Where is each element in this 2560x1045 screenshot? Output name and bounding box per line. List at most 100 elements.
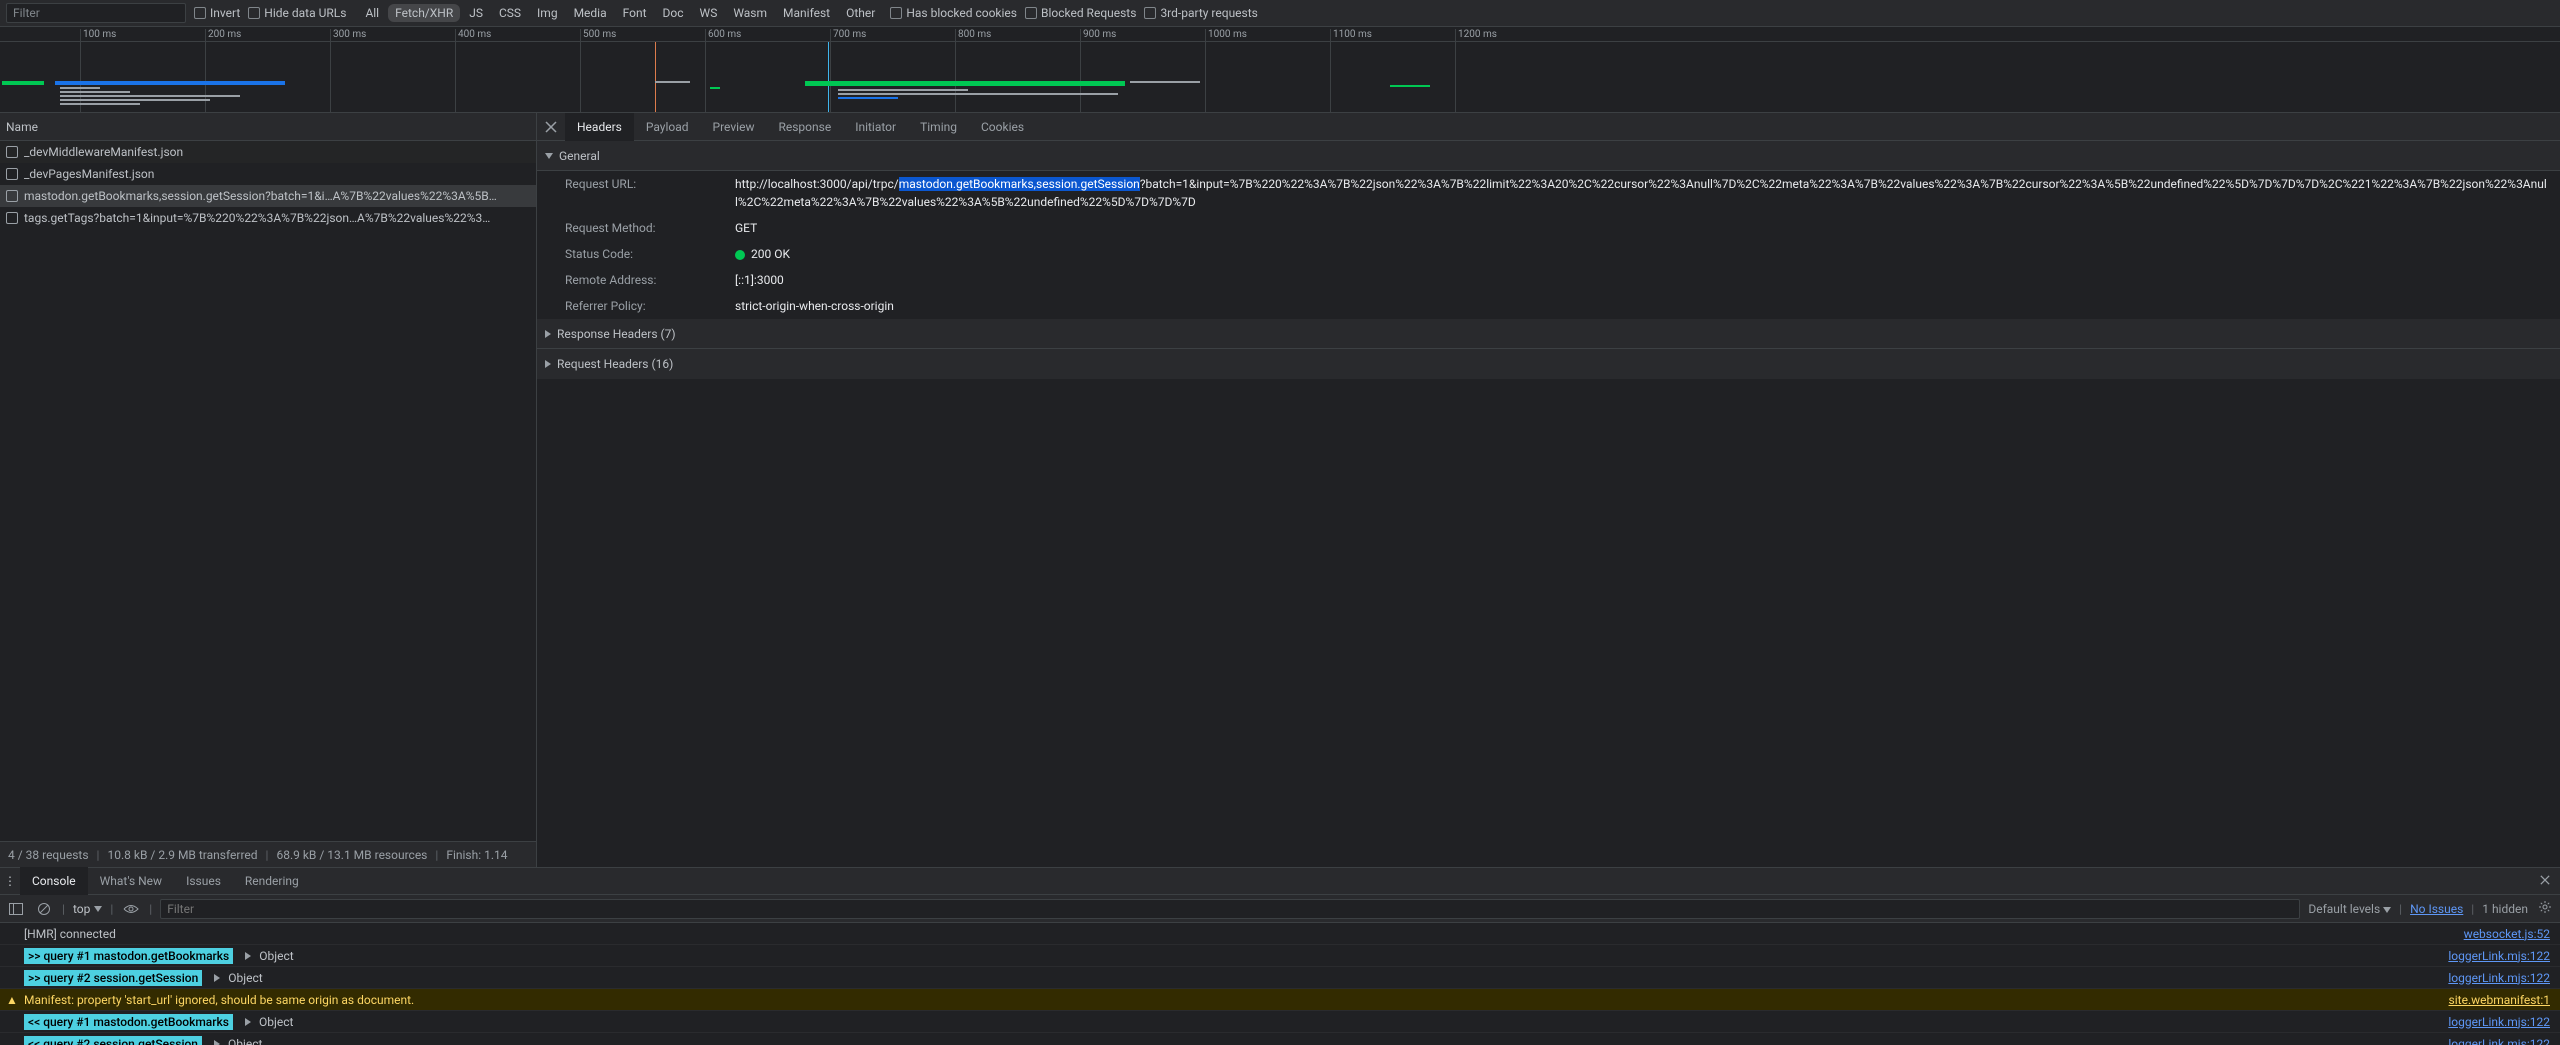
close-icon [2540, 875, 2550, 885]
console-settings-button[interactable] [2536, 898, 2554, 919]
tab-payload[interactable]: Payload [634, 113, 701, 141]
console-row[interactable]: << query #1 mastodon.getBookmarks Object… [0, 1011, 2560, 1033]
timeline-bar [838, 89, 968, 91]
ruler-tick: 400 ms [455, 29, 491, 113]
third-party-checkbox[interactable]: 3rd-party requests [1144, 6, 1257, 20]
network-timeline[interactable]: 100 ms 200 ms 300 ms 400 ms 500 ms 600 m… [0, 27, 2560, 113]
console-row[interactable]: [HMR] connected websocket.js:52 [0, 923, 2560, 945]
context-selector[interactable]: top [73, 902, 102, 916]
blocked-requests-checkbox[interactable]: Blocked Requests [1025, 6, 1136, 20]
third-party-label: 3rd-party requests [1160, 6, 1257, 20]
request-url-value[interactable]: http://localhost:3000/api/trpc/mastodon.… [735, 175, 2550, 211]
drawer-tab-issues[interactable]: Issues [174, 867, 233, 895]
drawer-close-button[interactable] [2536, 870, 2554, 892]
console-message: Manifest: property 'start_url' ignored, … [24, 993, 414, 1007]
timeline-bar [805, 81, 1125, 86]
console-row[interactable]: >> query #1 mastodon.getBookmarks Object… [0, 945, 2560, 967]
remote-address-row: Remote Address: [::1]:3000 [537, 267, 2560, 293]
console-object[interactable]: Object [228, 1037, 262, 1045]
tab-headers[interactable]: Headers [565, 113, 634, 141]
console-source-link[interactable]: websocket.js:52 [2464, 927, 2550, 941]
console-source-link[interactable]: site.webmanifest:1 [2449, 993, 2550, 1007]
request-row[interactable]: tags.getTags?batch=1&input=%7B%220%22%3A… [0, 207, 536, 229]
tab-initiator[interactable]: Initiator [843, 113, 908, 141]
type-filter-img[interactable]: Img [530, 4, 565, 22]
referrer-policy-label: Referrer Policy: [565, 297, 735, 315]
type-filter-font[interactable]: Font [616, 4, 654, 22]
console-source-link[interactable]: loggerLink.mjs:122 [2448, 949, 2550, 963]
type-filter-manifest[interactable]: Manifest [776, 4, 837, 22]
clear-console-button[interactable] [34, 899, 54, 919]
timeline-bar [2, 81, 44, 85]
log-levels-selector[interactable]: Default levels [2308, 902, 2391, 916]
console-row-warning[interactable]: ▲ Manifest: property 'start_url' ignored… [0, 989, 2560, 1011]
request-headers-section[interactable]: Request Headers (16) [537, 349, 2560, 379]
close-details-button[interactable] [537, 113, 565, 141]
drawer-menu-button[interactable]: ⋮ [0, 874, 20, 888]
drawer-tab-whatsnew[interactable]: What's New [88, 867, 174, 895]
no-issues-link[interactable]: No Issues [2410, 902, 2463, 916]
footer-transferred: 10.8 kB / 2.9 MB transferred [107, 848, 257, 862]
type-filter-other[interactable]: Other [839, 4, 882, 22]
invert-label: Invert [210, 6, 240, 20]
console-object[interactable]: Object [228, 971, 262, 985]
timeline-bar [655, 81, 690, 83]
footer-finish: Finish: 1.14 [446, 848, 507, 862]
console-row[interactable]: >> query #2 session.getSession Object lo… [0, 967, 2560, 989]
type-filter-wasm[interactable]: Wasm [726, 4, 774, 22]
type-filter-group: All Fetch/XHR JS CSS Img Media Font Doc … [358, 4, 882, 22]
ruler-tick: 600 ms [705, 29, 741, 113]
timeline-bar [60, 99, 210, 101]
chevron-right-icon[interactable] [214, 1040, 220, 1045]
console-source-link[interactable]: loggerLink.mjs:122 [2448, 1037, 2550, 1045]
console-row[interactable]: << query #2 session.getSession Object lo… [0, 1033, 2560, 1045]
chevron-right-icon[interactable] [245, 952, 251, 960]
tab-timing[interactable]: Timing [908, 113, 969, 141]
tab-cookies[interactable]: Cookies [969, 113, 1036, 141]
chevron-down-icon [94, 906, 102, 912]
console-sidebar-toggle[interactable] [6, 899, 26, 919]
request-row[interactable]: _devPagesManifest.json [0, 163, 536, 185]
timeline-bar [60, 103, 140, 105]
console-object[interactable]: Object [259, 949, 293, 963]
footer-count: 4 / 38 requests [8, 848, 89, 862]
console-filter-input[interactable] [160, 899, 2300, 919]
type-filter-css[interactable]: CSS [492, 4, 528, 22]
type-filter-media[interactable]: Media [567, 4, 614, 22]
type-filter-doc[interactable]: Doc [656, 4, 691, 22]
detail-body: General Request URL: http://localhost:30… [537, 141, 2560, 867]
ruler-tick: 1200 ms [1455, 29, 1497, 113]
console-source-link[interactable]: loggerLink.mjs:122 [2448, 1015, 2550, 1029]
type-filter-all[interactable]: All [358, 4, 386, 22]
filter-input[interactable] [6, 3, 186, 23]
drawer-tabs: ⋮ Console What's New Issues Rendering [0, 868, 2560, 895]
timeline-bar [55, 81, 285, 85]
ruler-tick: 1000 ms [1205, 29, 1247, 113]
timeline-bar [838, 93, 1118, 95]
chevron-right-icon[interactable] [214, 974, 220, 982]
request-row[interactable]: mastodon.getBookmarks,session.getSession… [0, 185, 536, 207]
console-message: [HMR] connected [24, 927, 116, 941]
invert-checkbox[interactable]: Invert [194, 6, 240, 20]
drawer-tab-rendering[interactable]: Rendering [233, 867, 311, 895]
type-filter-ws[interactable]: WS [693, 4, 725, 22]
console-object[interactable]: Object [259, 1015, 293, 1029]
type-filter-fetch-xhr[interactable]: Fetch/XHR [388, 4, 460, 22]
response-headers-section[interactable]: Response Headers (7) [537, 319, 2560, 349]
chevron-right-icon[interactable] [245, 1018, 251, 1026]
tab-preview[interactable]: Preview [701, 113, 767, 141]
general-title: General [559, 149, 600, 163]
type-filter-js[interactable]: JS [462, 4, 490, 22]
timeline-bar [60, 95, 240, 97]
request-list-header[interactable]: Name [0, 113, 536, 141]
blocked-cookies-checkbox[interactable]: Has blocked cookies [890, 6, 1017, 20]
request-row[interactable]: _devMiddlewareManifest.json [0, 141, 536, 163]
hide-data-urls-checkbox[interactable]: Hide data URLs [248, 6, 346, 20]
tab-response[interactable]: Response [766, 113, 843, 141]
eye-icon [123, 904, 139, 914]
console-source-link[interactable]: loggerLink.mjs:122 [2448, 971, 2550, 985]
drawer-tab-console[interactable]: Console [20, 867, 88, 895]
timeline-ruler: 100 ms 200 ms 300 ms 400 ms 500 ms 600 m… [0, 27, 2560, 42]
general-section-header[interactable]: General [537, 141, 2560, 171]
live-expression-button[interactable] [121, 899, 141, 919]
